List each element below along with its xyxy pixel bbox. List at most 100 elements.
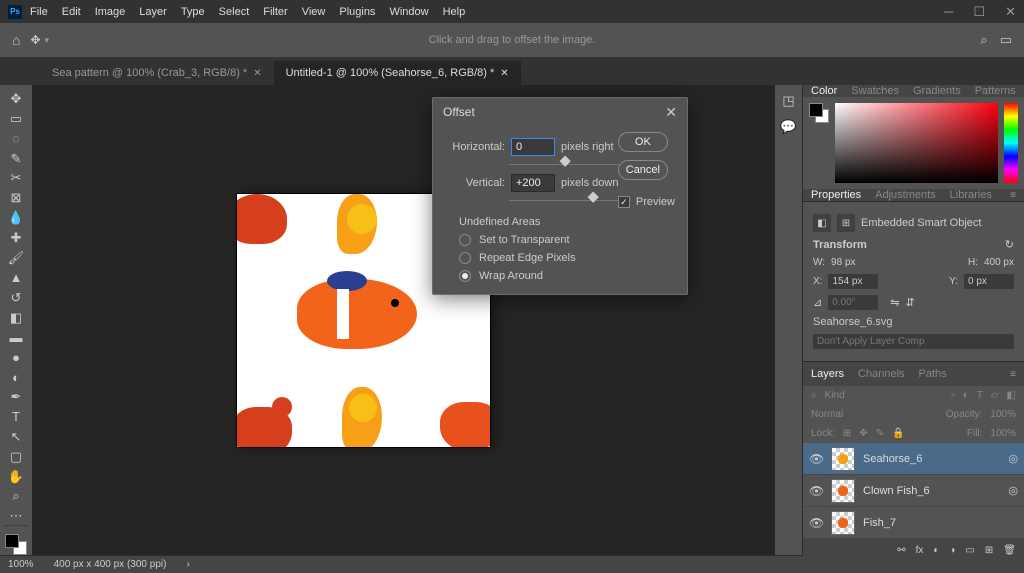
zoom-tool[interactable]: ⌕ xyxy=(3,487,29,507)
move-tool[interactable]: ✥ xyxy=(3,89,29,109)
tab-swatches[interactable]: Swatches xyxy=(851,85,899,97)
adjustment-icon[interactable]: ◑ xyxy=(949,545,955,556)
color-field[interactable] xyxy=(835,103,998,183)
ok-button[interactable]: OK xyxy=(618,132,668,152)
blur-tool[interactable]: ● xyxy=(3,347,29,367)
panel-menu-icon[interactable]: ≡ xyxy=(1010,369,1016,380)
filter-shape-icon[interactable]: ▱ xyxy=(991,390,999,401)
move-tool-icon[interactable]: ✥ xyxy=(30,33,40,47)
vertical-slider[interactable] xyxy=(509,196,619,206)
foreground-background-swatch[interactable] xyxy=(5,534,27,555)
stamp-tool[interactable]: ▲ xyxy=(3,268,29,288)
flip-h-icon[interactable]: ⇋ xyxy=(890,296,899,309)
layer-name[interactable]: Fish_7 xyxy=(863,517,896,529)
h-value[interactable]: 400 px xyxy=(984,257,1014,268)
lock-all-icon[interactable]: ⊞ xyxy=(843,428,851,439)
x-input[interactable] xyxy=(828,274,878,289)
layer-row[interactable]: 👁 Fish_7 xyxy=(803,507,1024,539)
menu-view[interactable]: View xyxy=(302,6,326,18)
frame-tool[interactable]: ⊠ xyxy=(3,188,29,208)
angle-input[interactable] xyxy=(828,295,878,310)
shape-tool[interactable]: ▢ xyxy=(3,447,29,467)
close-icon[interactable]: ✕ xyxy=(665,104,677,121)
lock-position-icon[interactable]: ✥ xyxy=(859,428,867,439)
history-brush-tool[interactable]: ↺ xyxy=(3,288,29,308)
radio-wrap[interactable]: Wrap Around xyxy=(459,270,677,282)
layer-name[interactable]: Clown Fish_6 xyxy=(863,485,930,497)
w-value[interactable]: 98 px xyxy=(831,257,855,268)
menu-help[interactable]: Help xyxy=(443,6,466,18)
radio-repeat[interactable]: Repeat Edge Pixels xyxy=(459,252,677,264)
doc-info[interactable]: 400 px x 400 px (300 ppi) xyxy=(54,559,167,570)
tool-dropdown-icon[interactable]: ▾ xyxy=(45,35,50,46)
menu-plugins[interactable]: Plugins xyxy=(339,6,375,18)
window-close-icon[interactable]: ✕ xyxy=(1005,4,1016,20)
search-icon[interactable]: ⌕ xyxy=(980,32,987,48)
vertical-input[interactable] xyxy=(511,174,555,192)
path-tool[interactable]: ↖ xyxy=(3,427,29,447)
new-layer-icon[interactable]: ⊞ xyxy=(985,545,993,556)
tab-properties[interactable]: Properties xyxy=(811,189,861,201)
preview-checkbox[interactable]: ✓ xyxy=(618,196,630,208)
pen-tool[interactable]: ✒ xyxy=(3,387,29,407)
reset-icon[interactable]: ↻ xyxy=(1005,238,1014,251)
type-tool[interactable]: T xyxy=(3,407,29,427)
lock-pixels-icon[interactable]: ✎ xyxy=(876,428,884,439)
window-minimize-icon[interactable]: ─ xyxy=(944,4,953,20)
visibility-icon[interactable]: 👁 xyxy=(809,452,823,466)
panel-menu-icon[interactable]: ≡ xyxy=(1010,190,1016,201)
chevron-right-icon[interactable]: › xyxy=(186,559,189,570)
delete-icon[interactable]: 🗑 xyxy=(1003,545,1016,556)
fill-value[interactable]: 100% xyxy=(990,428,1016,439)
horizontal-input[interactable] xyxy=(511,138,555,156)
menu-type[interactable]: Type xyxy=(181,6,205,18)
tab-color[interactable]: Color xyxy=(811,85,837,97)
tab-adjustments[interactable]: Adjustments xyxy=(875,189,936,201)
marquee-tool[interactable]: ▭ xyxy=(3,109,29,129)
tab-sea-pattern[interactable]: Sea pattern @ 100% (Crab_3, RGB/8) * ✕ xyxy=(40,61,274,85)
workspace-icon[interactable]: ▭ xyxy=(1000,32,1012,48)
history-panel-icon[interactable]: ◳ xyxy=(782,93,794,109)
dialog-titlebar[interactable]: Offset ✕ xyxy=(433,98,687,126)
radio-transparent[interactable]: Set to Transparent xyxy=(459,234,677,246)
flip-v-icon[interactable]: ⇵ xyxy=(905,296,914,309)
home-icon[interactable]: ⌂ xyxy=(12,32,20,48)
brush-tool[interactable]: 🖌 xyxy=(3,248,29,268)
eraser-tool[interactable]: ◧ xyxy=(3,308,29,328)
transform-header[interactable]: Transform xyxy=(813,239,867,251)
zoom-value[interactable]: 100% xyxy=(8,559,34,570)
dodge-tool[interactable]: ◐ xyxy=(3,367,29,387)
tab-libraries[interactable]: Libraries xyxy=(950,189,992,201)
tab-layers[interactable]: Layers xyxy=(811,368,844,380)
tab-channels[interactable]: Channels xyxy=(858,368,904,380)
tab-gradients[interactable]: Gradients xyxy=(913,85,961,97)
blend-mode-select[interactable]: Normal xyxy=(811,409,843,420)
close-icon[interactable]: ✕ xyxy=(253,68,261,79)
filter-adjust-icon[interactable]: ◐ xyxy=(963,390,969,401)
hue-slider[interactable] xyxy=(1004,103,1018,183)
mask-icon[interactable]: ◐ xyxy=(933,545,939,556)
eyedropper-tool[interactable]: 💧 xyxy=(3,208,29,228)
crop-tool[interactable]: ✂ xyxy=(3,169,29,189)
lasso-tool[interactable]: ◌ xyxy=(3,129,29,149)
menu-filter[interactable]: Filter xyxy=(263,6,287,18)
tab-patterns[interactable]: Patterns xyxy=(975,85,1016,97)
y-input[interactable] xyxy=(964,274,1014,289)
menu-image[interactable]: Image xyxy=(95,6,126,18)
window-maximize-icon[interactable]: ☐ xyxy=(973,4,985,20)
close-icon[interactable]: ✕ xyxy=(500,68,508,79)
filter-type-icon[interactable]: T xyxy=(977,390,983,401)
radio-icon[interactable] xyxy=(459,252,471,264)
visibility-icon[interactable]: 👁 xyxy=(809,516,823,530)
menu-select[interactable]: Select xyxy=(219,6,250,18)
edit-toolbar[interactable]: ⋯ xyxy=(3,506,29,526)
cancel-button[interactable]: Cancel xyxy=(618,160,668,180)
layercomp-select[interactable] xyxy=(813,334,1014,349)
hand-tool[interactable]: ✋ xyxy=(3,467,29,487)
heal-tool[interactable]: ✚ xyxy=(3,228,29,248)
menu-layer[interactable]: Layer xyxy=(139,6,167,18)
filter-pixel-icon[interactable]: ▫ xyxy=(951,390,955,401)
layer-row[interactable]: 👁 Seahorse_6 ◎ xyxy=(803,443,1024,475)
menu-file[interactable]: File xyxy=(30,6,48,18)
layer-row[interactable]: 👁 Clown Fish_6 ◎ xyxy=(803,475,1024,507)
